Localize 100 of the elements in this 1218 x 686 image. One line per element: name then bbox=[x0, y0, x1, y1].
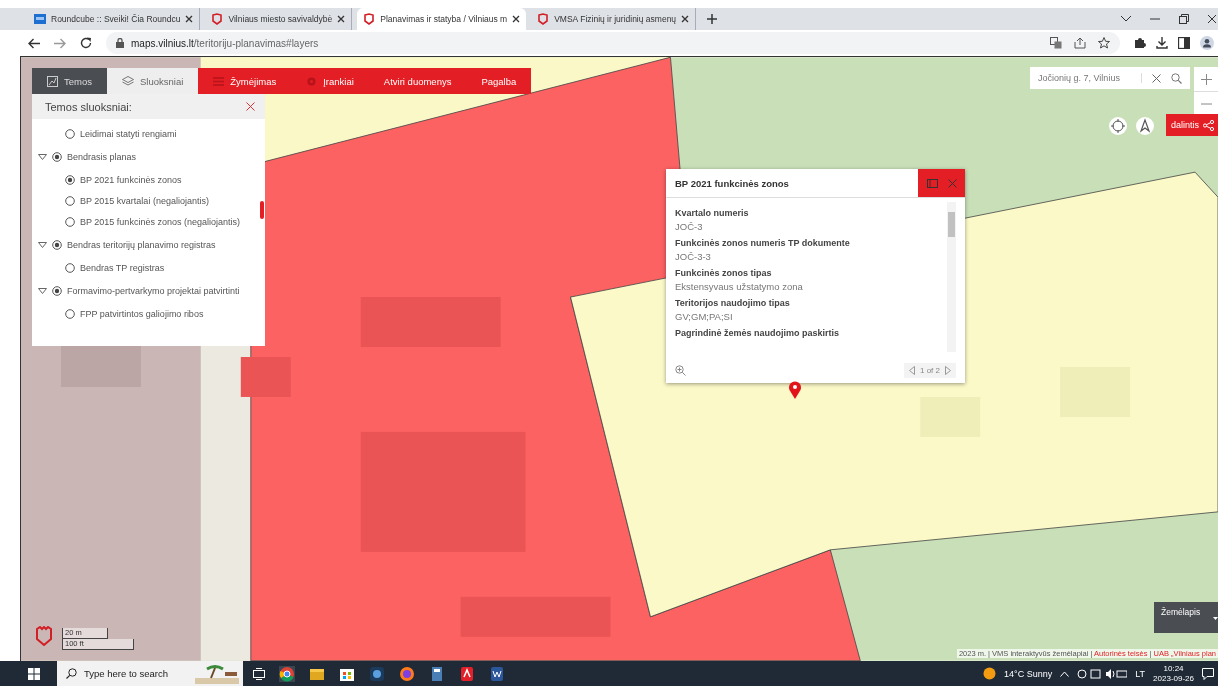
pager-text: 1 of 2 bbox=[920, 365, 940, 375]
notification-icon[interactable] bbox=[1202, 667, 1214, 680]
clock-time[interactable]: 10:24 bbox=[1163, 663, 1184, 674]
dock-icon[interactable] bbox=[926, 178, 938, 188]
shield-favicon-icon bbox=[211, 13, 224, 25]
menu-tab[interactable]: Temos bbox=[32, 68, 107, 94]
share-button[interactable]: dalintis bbox=[1166, 114, 1218, 136]
menu-button[interactable]: Įrankiai bbox=[291, 68, 369, 94]
tray-chevron-icon[interactable] bbox=[1060, 670, 1070, 677]
menu-button[interactable]: Žymėjimas bbox=[198, 68, 292, 94]
camera-app-icon[interactable] bbox=[369, 665, 385, 682]
profile-avatar-icon[interactable] bbox=[1200, 36, 1214, 50]
mail-favicon-icon bbox=[34, 13, 46, 25]
address-bar[interactable]: maps.vilnius.lt/teritoriju-planavimas#layers bbox=[106, 32, 1120, 54]
zoom-to-icon[interactable] bbox=[675, 364, 686, 376]
word-app-icon[interactable] bbox=[489, 665, 505, 682]
radio-button-icon[interactable] bbox=[65, 262, 75, 273]
shield-favicon-icon bbox=[537, 13, 550, 25]
chrome-app-icon[interactable] bbox=[279, 665, 295, 682]
expand-triangle-icon[interactable] bbox=[38, 287, 47, 294]
new-tab-icon[interactable] bbox=[707, 14, 718, 24]
layer-label[interactable]: BP 2015 funkcinės zonos (negaliojantis) bbox=[80, 216, 240, 227]
menu-button[interactable]: Atviri duomenys bbox=[368, 68, 467, 94]
scrollbar[interactable] bbox=[947, 202, 956, 352]
next-icon[interactable] bbox=[945, 365, 951, 375]
radio-button-icon[interactable] bbox=[65, 128, 75, 139]
share-icon[interactable] bbox=[1074, 37, 1086, 49]
chevron-down-icon[interactable] bbox=[1121, 16, 1131, 22]
menu-button[interactable]: Pagalba bbox=[466, 68, 532, 94]
shield-favicon-icon bbox=[363, 13, 376, 25]
close-icon[interactable] bbox=[1208, 14, 1216, 24]
side-panel-icon[interactable] bbox=[1178, 37, 1190, 49]
taskbar-search-field[interactable]: Type here to search bbox=[84, 668, 188, 679]
minus-icon bbox=[1200, 103, 1212, 105]
map-pin-icon[interactable] bbox=[788, 381, 802, 399]
download-icon[interactable] bbox=[1156, 37, 1168, 49]
locate-icon[interactable] bbox=[1109, 117, 1127, 135]
layer-label[interactable]: Formavimo-pertvarkymo projektai patvirtinti bbox=[67, 285, 240, 296]
scrollbar-thumb[interactable] bbox=[260, 201, 264, 219]
clear-icon[interactable] bbox=[1152, 73, 1161, 83]
gear-icon bbox=[306, 75, 318, 87]
star-icon[interactable] bbox=[1098, 37, 1110, 49]
translate-icon[interactable] bbox=[1050, 37, 1062, 49]
radio-button-icon[interactable] bbox=[52, 285, 62, 296]
back-icon[interactable] bbox=[28, 37, 40, 49]
browser-tab[interactable]: Planavimas ir statyba / Vilniaus m bbox=[357, 8, 527, 30]
field-label: Kvartalo numeris bbox=[675, 208, 750, 218]
task-view-icon[interactable] bbox=[253, 667, 265, 680]
windows-start-icon[interactable] bbox=[28, 667, 40, 680]
radio-button-icon[interactable] bbox=[52, 239, 62, 250]
layer-label[interactable]: Bendras TP registras bbox=[80, 262, 165, 273]
url-text: maps.vilnius.lt/teritoriju-planavimas#layers bbox=[131, 37, 319, 49]
layer-label[interactable]: Leidimai statyti rengiami bbox=[80, 128, 177, 139]
expand-triangle-icon[interactable] bbox=[38, 153, 47, 160]
weather-text[interactable]: 14°C Sunny bbox=[1004, 668, 1053, 679]
firefox-app-icon[interactable] bbox=[399, 665, 415, 682]
radio-button-icon[interactable] bbox=[65, 216, 75, 227]
chart-icon bbox=[47, 75, 58, 87]
compass-icon[interactable] bbox=[1136, 117, 1154, 135]
radio-button-icon[interactable] bbox=[52, 151, 62, 162]
radio-button-icon[interactable] bbox=[65, 195, 75, 206]
close-icon[interactable] bbox=[185, 15, 194, 23]
search-bar[interactable]: Jočionių g. 7, Vilnius bbox=[1030, 67, 1190, 89]
field-label: Pagrindinė žemės naudojimo paskirtis bbox=[675, 328, 841, 338]
plus-icon bbox=[1200, 73, 1212, 85]
taskbar-search-bar[interactable]: Type here to search bbox=[57, 661, 243, 686]
lock-icon bbox=[116, 38, 124, 48]
layer-label[interactable]: BP 2015 kvartalai (negaliojantis) bbox=[80, 195, 209, 206]
close-icon[interactable] bbox=[337, 15, 346, 23]
panel-title: Temos sluoksniai: bbox=[45, 100, 132, 113]
previous-icon[interactable] bbox=[909, 365, 915, 375]
clock-date[interactable]: 2023-09-26 bbox=[1153, 673, 1194, 684]
tray-icons-drawing[interactable] bbox=[1077, 667, 1128, 680]
radio-button-icon[interactable] bbox=[65, 308, 75, 319]
field-label: Funkcinės zonos numeris TP dokumente bbox=[675, 238, 851, 248]
shield-logo-icon bbox=[35, 626, 53, 646]
expand-triangle-icon[interactable] bbox=[38, 241, 47, 248]
radio-button-icon[interactable] bbox=[65, 174, 75, 185]
restore-icon[interactable] bbox=[1179, 14, 1189, 24]
popup-title: BP 2021 funkcinės zonos bbox=[674, 177, 790, 189]
menu-tab[interactable]: Sluoksniai bbox=[107, 68, 199, 94]
close-icon[interactable] bbox=[681, 15, 690, 23]
field-value: JOČ-3-3 bbox=[675, 251, 712, 262]
search-field[interactable]: Jočionių g. 7, Vilnius bbox=[1038, 73, 1142, 83]
layer-label[interactable]: BP 2021 funkcinės zonos bbox=[80, 174, 182, 185]
basemap-button[interactable]: Žemėlapis bbox=[1154, 602, 1218, 633]
layer-label[interactable]: Bendrasis planas bbox=[67, 151, 137, 162]
sun-icon[interactable] bbox=[983, 667, 997, 680]
layers-icon bbox=[122, 75, 134, 87]
calculator-app-icon[interactable] bbox=[429, 665, 445, 682]
layer-label[interactable]: FPP patvirtintos galiojimo ribos bbox=[80, 308, 204, 319]
search-icon[interactable] bbox=[1171, 72, 1182, 84]
close-icon[interactable] bbox=[512, 15, 521, 23]
field-value: Ekstensyvaus užstatymo zona bbox=[675, 281, 804, 292]
layer-label[interactable]: Bendras teritorijų planavimo registras bbox=[67, 239, 216, 250]
puzzle-icon[interactable] bbox=[1134, 37, 1146, 49]
language-indicator[interactable]: LT bbox=[1135, 668, 1146, 679]
reload-icon[interactable] bbox=[80, 37, 92, 49]
acrobat-app-icon[interactable] bbox=[459, 665, 475, 682]
forward-icon[interactable] bbox=[54, 37, 66, 49]
